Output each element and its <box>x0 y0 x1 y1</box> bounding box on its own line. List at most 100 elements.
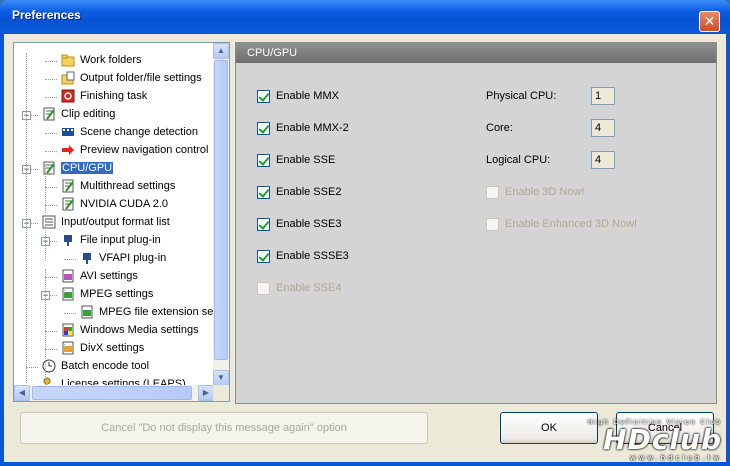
tree-horizontal-scrollbar[interactable]: ◀ ▶ <box>14 385 214 401</box>
tree-item-label: File input plug-in <box>80 234 161 246</box>
tree-item-windows-media-settings[interactable]: Windows Media settings <box>61 322 199 339</box>
tree-item-multithread-settings[interactable]: Multithread settings <box>61 178 175 195</box>
scroll-up-button[interactable]: ▲ <box>213 43 229 59</box>
scroll-left-button[interactable]: ◀ <box>14 385 30 401</box>
watermark: High Definition Vision Club HDclub www.h… <box>588 419 722 462</box>
tree-item-divx-settings[interactable]: DivX settings <box>61 340 144 357</box>
tree-item-batch-encode-tool[interactable]: Batch encode tool <box>42 358 149 375</box>
tree-item-label: Input/output format list <box>61 216 170 228</box>
tree-item-label: Clip editing <box>61 108 116 120</box>
avi-icon <box>61 269 75 283</box>
edit-icon <box>61 179 75 193</box>
dialog-body: Work folders Output folder/file settings F… <box>4 34 726 462</box>
tree-connector <box>45 187 57 188</box>
tree-item-clip-editing[interactable]: Clip editing <box>42 106 115 123</box>
tree-connector <box>45 133 57 134</box>
checkbox-enable-sse3[interactable]: Enable SSE3 <box>257 217 341 233</box>
checkbox-enable-sse2[interactable]: Enable SSE2 <box>257 185 341 201</box>
checkbox-box[interactable] <box>257 121 270 135</box>
checkbox-enable-enhanced-3d-now: Enable Enhanced 3D Now! <box>486 217 637 233</box>
tree-item-mpeg-settings[interactable]: MPEG settings <box>61 286 153 303</box>
panel-title: CPU/GPU <box>236 43 716 63</box>
tree-connector <box>64 313 76 314</box>
horizontal-scroll-thumb[interactable] <box>32 386 192 400</box>
vertical-scroll-thumb[interactable] <box>214 60 228 360</box>
red-arrow-icon <box>61 143 75 157</box>
tree-item-label: Windows Media settings <box>80 324 199 336</box>
checkbox-box <box>486 185 499 199</box>
checkbox-enable-mmx[interactable]: Enable MMX <box>257 89 339 105</box>
wm-icon <box>61 323 75 337</box>
checkbox-label: Enable SSE3 <box>276 218 342 231</box>
close-button[interactable]: ✕ <box>699 11 720 32</box>
tree-guide-line <box>45 269 46 391</box>
checkbox-box[interactable] <box>257 89 270 103</box>
checkbox-box[interactable] <box>257 153 270 167</box>
tree-item-work-folders[interactable]: Work folders <box>61 52 142 69</box>
readonly-value-field: 1 <box>591 87 615 105</box>
tree-item-vfapi-plug-in[interactable]: VFAPI plug-in <box>80 250 166 267</box>
scroll-right-button[interactable]: ▶ <box>198 385 214 401</box>
tree-item-label: NVIDIA CUDA 2.0 <box>80 198 169 210</box>
scroll-down-button[interactable]: ▼ <box>213 370 229 386</box>
checkbox-label: Enable SSSE3 <box>276 250 349 263</box>
tree-item-output-folder-file-settings[interactable]: Output folder/file settings <box>61 70 202 87</box>
tree-item-label: Scene change detection <box>80 126 199 138</box>
checkbox-enable-mmx-2[interactable]: Enable MMX-2 <box>257 121 349 137</box>
tree-item-nvidia-cuda-2-0[interactable]: NVIDIA CUDA 2.0 <box>61 196 168 213</box>
checkbox-box[interactable] <box>257 249 270 263</box>
tree-item-label: AVI settings <box>80 270 138 282</box>
tree-guide-line <box>64 287 65 293</box>
tree-item-finishing-task[interactable]: Finishing task <box>61 88 147 105</box>
tree-content: Work folders Output folder/file settings F… <box>14 43 229 391</box>
tree-vertical-scrollbar[interactable]: ▲ ▼ <box>213 43 229 386</box>
tree-item-mpeg-file-extension-settings[interactable]: MPEG file extension settings <box>80 304 230 321</box>
readonly-value-field: 4 <box>591 119 615 137</box>
tree-guide-line <box>45 161 46 213</box>
tree-item-label: Multithread settings <box>80 180 176 192</box>
tree-item-label: CPU/GPU <box>61 162 114 174</box>
checkbox-box[interactable] <box>257 185 270 199</box>
tree-item-preview-navigation-control[interactable]: Preview navigation control <box>61 142 208 159</box>
tree-item-label: DivX settings <box>80 342 145 354</box>
watermark-logo: HDclub <box>603 423 722 456</box>
tree-item-input-output-format-list[interactable]: Input/output format list <box>42 214 170 231</box>
tree-item-cpu-gpu[interactable]: CPU/GPU <box>42 160 114 177</box>
tree-item-label: VFAPI plug-in <box>99 252 167 264</box>
edit-icon <box>61 197 75 211</box>
checkbox-label: Enable MMX <box>276 90 339 103</box>
tree-item-file-input-plug-in[interactable]: File input plug-in <box>61 232 161 249</box>
window-title: Preferences <box>12 8 81 22</box>
film-icon <box>61 125 75 139</box>
title-bar[interactable]: Preferences ✕ <box>0 0 730 32</box>
checkbox-box[interactable] <box>257 217 270 231</box>
checkbox-label: Enable Enhanced 3D Now! <box>505 218 638 231</box>
preferences-window: Preferences ✕ Work folders Output folder/… <box>0 0 730 466</box>
field-label: Physical CPU: <box>486 90 557 102</box>
tree-item-avi-settings[interactable]: AVI settings <box>61 268 138 285</box>
tree-connector <box>45 97 57 98</box>
folder-icon <box>61 53 75 67</box>
checkbox-label: Enable 3D Now! <box>505 186 585 199</box>
tree-item-scene-change-detection[interactable]: Scene change detection <box>61 124 198 141</box>
checkbox-label: Enable SSE2 <box>276 186 342 199</box>
checkbox-box <box>257 281 270 295</box>
field-label: Logical CPU: <box>486 154 551 166</box>
cancel-dont-display-button[interactable]: Cancel "Do not display this message agai… <box>20 412 428 444</box>
close-icon: ✕ <box>703 13 716 29</box>
mpeg-icon <box>80 305 94 319</box>
field-label: Core: <box>486 122 513 134</box>
tree-guide-line <box>45 215 46 261</box>
checkbox-enable-3d-now: Enable 3D Now! <box>486 185 585 201</box>
scrollbar-corner <box>213 385 229 401</box>
tree-connector <box>45 349 57 350</box>
checkbox-enable-sse[interactable]: Enable SSE <box>257 153 335 169</box>
checkbox-enable-ssse3[interactable]: Enable SSSE3 <box>257 249 349 265</box>
tree-connector <box>64 259 76 260</box>
settings-tree: Work folders Output folder/file settings F… <box>13 42 230 402</box>
ok-button[interactable]: OK <box>500 412 598 444</box>
tree-connector <box>45 205 57 206</box>
checkbox-label: Enable MMX-2 <box>276 122 349 135</box>
tree-item-label: MPEG file extension settings <box>99 306 230 318</box>
tree-connector <box>45 151 57 152</box>
